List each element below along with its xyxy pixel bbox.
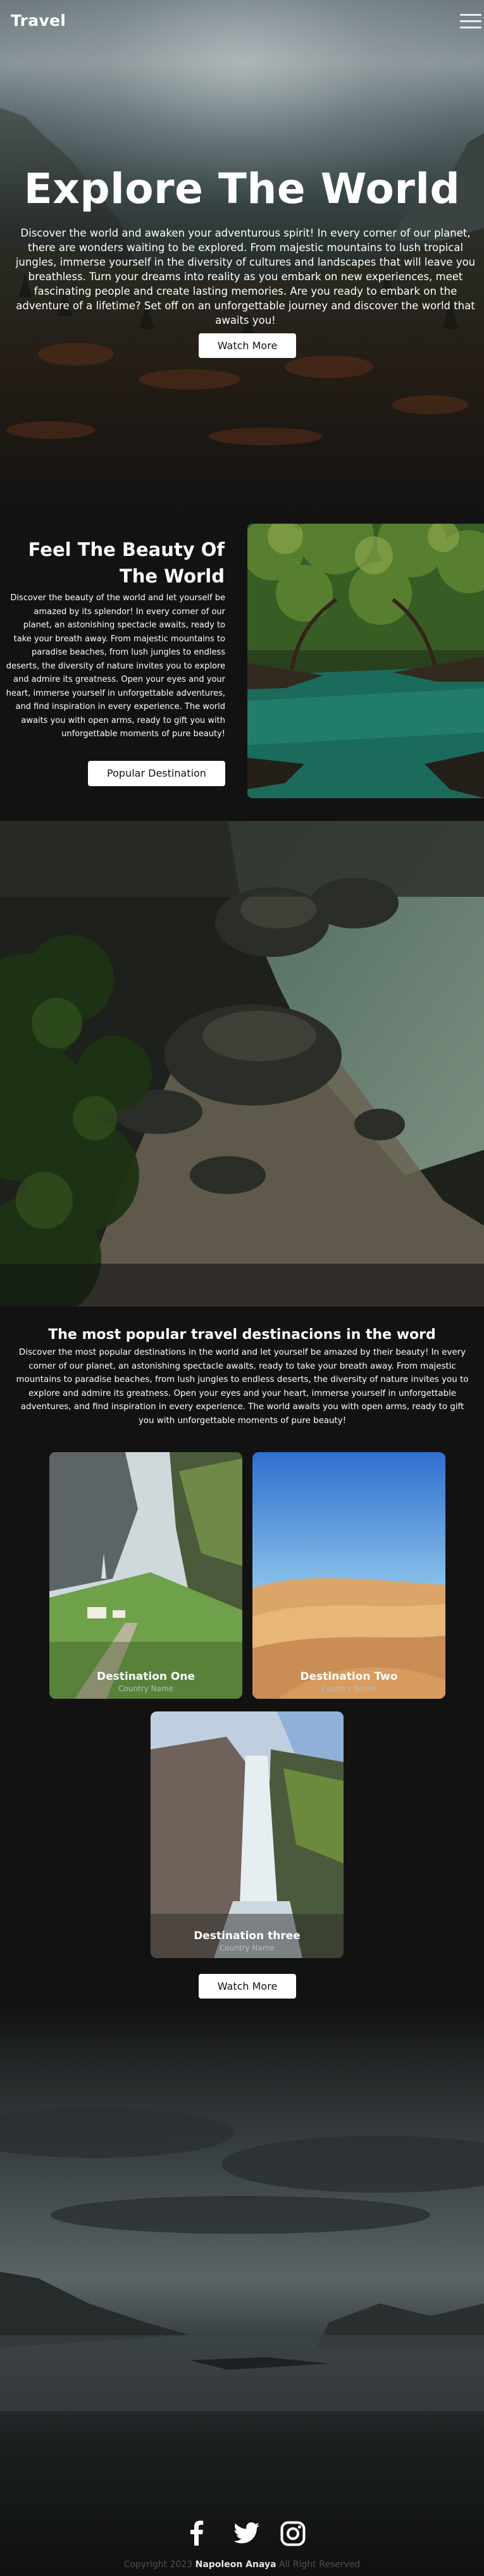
author-name[interactable]: Napoleon Anaya <box>195 2560 276 2570</box>
popular-description: Discover the most popular destinations i… <box>16 1348 469 1426</box>
beauty-description: Discover the beauty of the world and let… <box>6 593 225 739</box>
rights-text: All Right Reserved <box>279 2560 361 2570</box>
hero-description: Discover the world and awaken your adven… <box>15 227 476 326</box>
destination-card-one[interactable]: Destination One Country Name <box>49 1452 242 1699</box>
destination-country: Country Name <box>220 1944 275 1952</box>
destination-name: Destination three <box>194 1930 301 1942</box>
watch-more-button[interactable]: Watch More <box>199 333 296 358</box>
destination-name: Destination Two <box>300 1670 398 1683</box>
popular-title: The most popular travel destinacions in … <box>48 1327 436 1343</box>
destination-country: Country Name <box>321 1684 376 1693</box>
beauty-title: Feel The Beauty Of The World <box>28 539 225 587</box>
hero-section: Travel Explore The World Discover the wo… <box>0 0 484 525</box>
copyright-prefix: Copyright 2023 <box>123 2560 193 2570</box>
destination-card-two[interactable]: Destination Two Country Name <box>252 1452 445 1699</box>
alpine-valley-image <box>49 1452 242 1699</box>
watch-more-button[interactable]: Watch More <box>199 1974 296 1999</box>
hero-title: Explore The World <box>23 164 461 213</box>
destination-card-three[interactable]: Destination three Country Name <box>151 1711 344 1958</box>
river-forest-image <box>247 524 484 798</box>
copyright-text: Copyright 2023 Napoleon Anaya All Right … <box>0 2560 484 2570</box>
instagram-icon[interactable] <box>280 2521 306 2549</box>
waterfall-image <box>151 1711 344 1958</box>
hamburger-menu-icon[interactable] <box>460 14 481 29</box>
popular-destination-button[interactable]: Popular Destination <box>88 761 225 786</box>
footer-landscape-image <box>0 2006 484 2576</box>
destination-country: Country Name <box>118 1684 173 1693</box>
brand-logo[interactable]: Travel <box>11 11 66 30</box>
twitter-icon[interactable] <box>233 2522 260 2547</box>
desert-dunes-image <box>252 1452 445 1699</box>
destination-name: Destination One <box>96 1670 195 1683</box>
rocky-shore-banner-image <box>0 821 484 1307</box>
facebook-icon[interactable] <box>190 2520 204 2548</box>
